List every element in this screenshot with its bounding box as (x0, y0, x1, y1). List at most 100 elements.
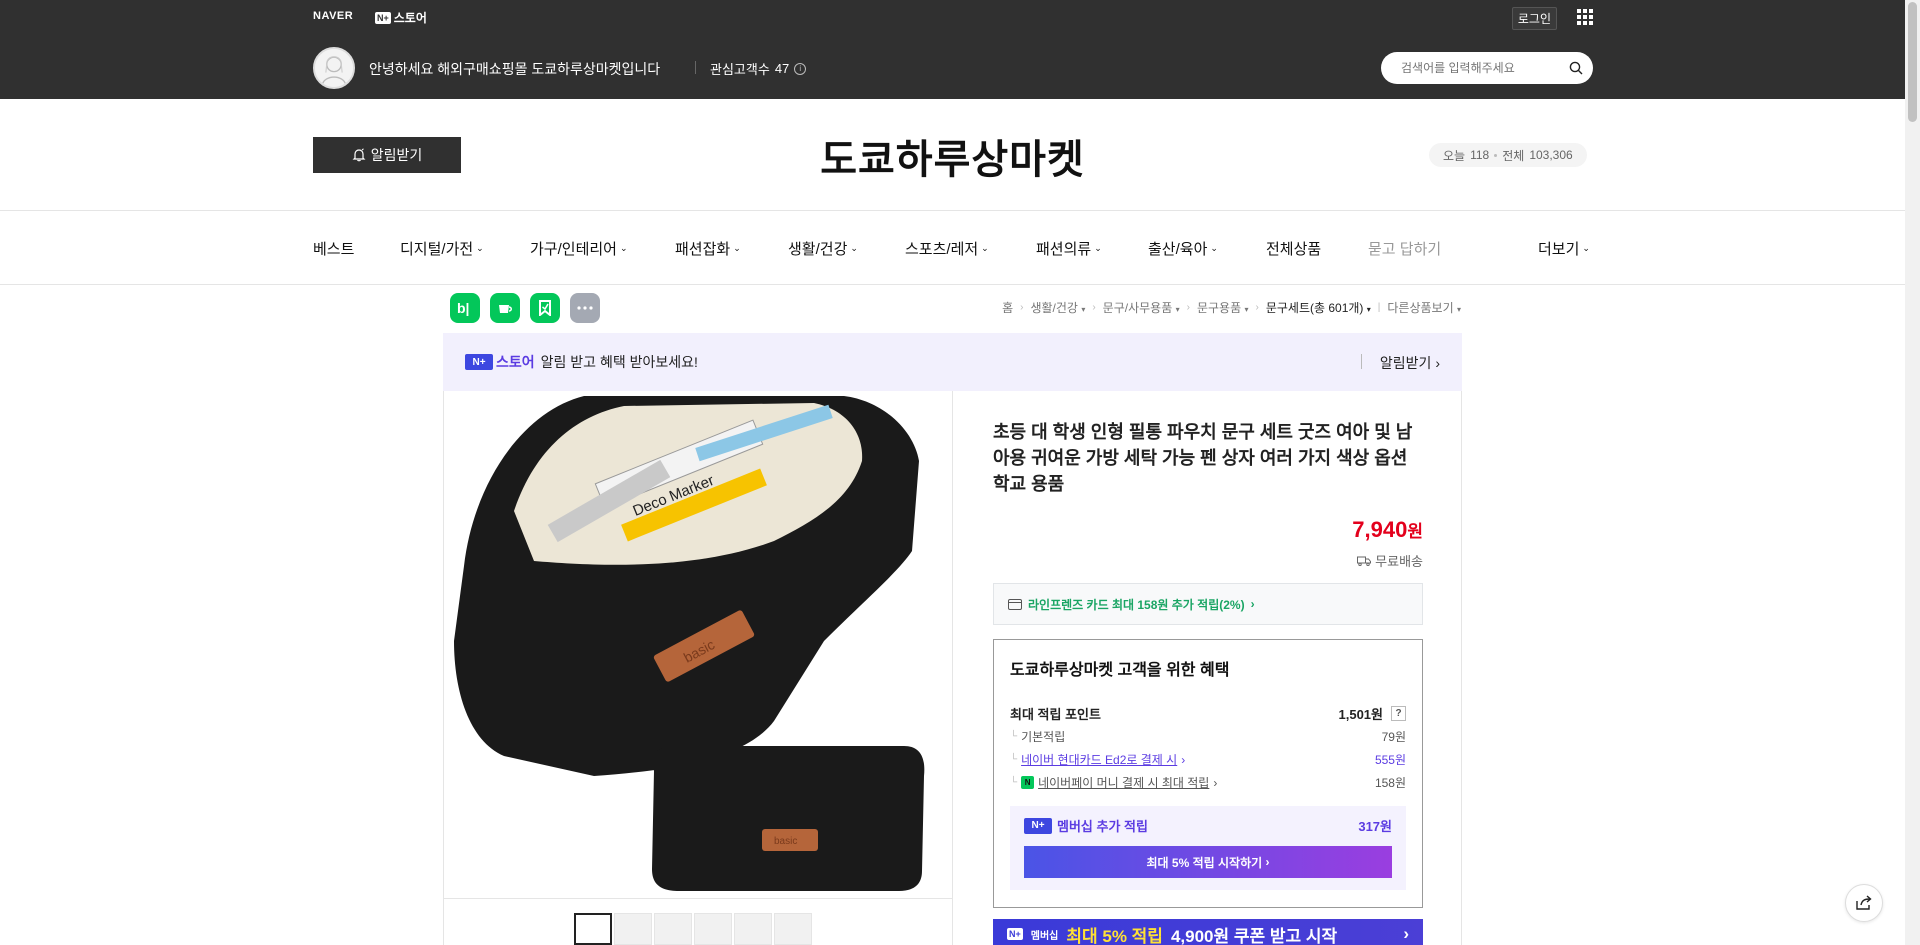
nav-more-button[interactable]: 더보기 ⌄ (1538, 238, 1590, 259)
blog-share-icon[interactable]: b| (450, 293, 480, 323)
corner-icon: └ (1010, 777, 1018, 788)
corner-icon: └ (1010, 731, 1018, 742)
banner-alarm-link[interactable]: 알림받기 › (1380, 353, 1440, 373)
naverpay-icon: N (1021, 776, 1035, 789)
thumbnail[interactable] (654, 913, 692, 945)
nav-item-digital[interactable]: 디지털/가전 ⌄ (400, 238, 484, 259)
product-price: 7,940원 (1352, 517, 1423, 543)
nav-item-fashion-clothing[interactable]: 패션의류 ⌄ (1036, 238, 1102, 259)
chevron-down-icon: ⌄ (981, 243, 989, 253)
breadcrumb-stationery-set[interactable]: 문구세트(총 601개) ▾ (1266, 299, 1371, 316)
customer-benefit-box: 도쿄하루상마켓 고객을 위한 혜택 최대 적립 포인트 1,501원? └ 기본적… (993, 639, 1423, 908)
nplus-icon: N+ (465, 354, 493, 370)
membership-section: N+ 멤버십 추가 적립 317원 최대 5% 적립 시작하기 › (1010, 806, 1406, 890)
store-title[interactable]: 도쿄하루상마켓 (0, 127, 1905, 185)
interest-label: 관심고객수 (710, 62, 770, 77)
share-icon (1856, 895, 1872, 910)
floating-share-button[interactable] (1845, 884, 1883, 922)
scrollbar-thumb[interactable] (1908, 2, 1917, 122)
chevron-down-icon: ⌄ (850, 243, 858, 253)
coupon-badge-text: 멤버십 (1030, 930, 1059, 942)
share-icons: b| (450, 293, 600, 323)
corner-icon: └ (1010, 754, 1018, 765)
credit-card-icon (1008, 598, 1022, 610)
card-benefit-text: 라인프렌즈 카드 최대 158원 추가 적립(2%) (1028, 597, 1245, 612)
help-icon[interactable]: ? (1391, 706, 1406, 721)
product-area: Deco Marker basic basic 초등 대 학생 인형 필통 파우… (443, 391, 1462, 945)
nav-item-sports[interactable]: 스포츠/레저 ⌄ (905, 238, 989, 259)
breadcrumb-living-health[interactable]: 생활/건강 ▾ (1030, 299, 1085, 316)
card-benefit-box[interactable]: 라인프렌즈 카드 최대 158원 추가 적립(2%) › (993, 583, 1423, 625)
naver-logo[interactable]: NAVER (313, 10, 353, 22)
total-count: 103,306 (1529, 148, 1573, 162)
breadcrumb-stationery-office[interactable]: 문구/사무용품 ▾ (1103, 299, 1180, 316)
chevron-right-icon: › (1255, 302, 1259, 313)
nplus-store-logo: N+ 스토어 (465, 352, 535, 372)
product-title: 초등 대 학생 인형 필통 파우치 문구 세트 굿즈 여아 및 남아용 귀여운 … (993, 422, 1413, 494)
nplus-icon: N+ (1007, 928, 1023, 940)
search-box (1381, 52, 1593, 84)
nstore-text: 스토어 (496, 354, 535, 370)
vertical-scrollbar[interactable] (1905, 0, 1920, 945)
breadcrumb-home[interactable]: 홈 (1002, 299, 1013, 316)
today-count: 118 (1470, 148, 1490, 162)
total-label: 전체 (1502, 148, 1525, 163)
category-nav: 베스트 디지털/가전 ⌄ 가구/인테리어 ⌄ 패션잡화 ⌄ 생활/건강 ⌄ 스포츠/레저… (0, 211, 1905, 285)
breadcrumb: 홈 › 생활/건강 ▾ › 문구/사무용품 ▾ › 문구용품 ▾ › 문구세트(… (1002, 299, 1461, 316)
thumbnail[interactable] (614, 913, 652, 945)
max-point-value: 1,501원 (1338, 707, 1384, 722)
nav-item-living-health[interactable]: 생활/건강 ⌄ (788, 238, 858, 259)
coupon-text: 4,900원 쿠폰 받고 시작 (1170, 926, 1338, 945)
nplus-store-logo[interactable]: N+ 스토어 (375, 9, 427, 26)
thumbnail[interactable] (774, 913, 812, 945)
store-header: 알림받기 도쿄하루상마켓 오늘 118 전체 103,306 (0, 99, 1905, 211)
chevron-down-icon: ⌄ (476, 243, 484, 253)
breadcrumb-other-products[interactable]: 다른상품보기 ▾ (1387, 299, 1461, 316)
product-image-column: Deco Marker basic basic (444, 391, 953, 945)
membership-start-button[interactable]: 최대 5% 적립 시작하기 › (1024, 846, 1392, 878)
product-main-image[interactable]: Deco Marker basic basic (444, 391, 952, 899)
hyundai-value: 555원 (1374, 753, 1406, 767)
price-value: 7,940 (1352, 517, 1408, 542)
thumbnail[interactable] (694, 913, 732, 945)
nav-item-fashion-goods[interactable]: 패션잡화 ⌄ (675, 238, 741, 259)
shipping-text: 무료배송 (1375, 554, 1423, 569)
hyundai-card-link[interactable]: 네이버 현대카드 Ed2로 결제 시 (1021, 751, 1177, 768)
interest-count: 47 (774, 61, 790, 76)
membership-row: N+ 멤버십 추가 적립 317원 (1024, 816, 1392, 835)
divider (695, 61, 696, 74)
info-icon[interactable]: i (794, 62, 807, 75)
membership-value: 317원 (1358, 819, 1392, 834)
login-button[interactable]: 로그인 (1511, 7, 1557, 30)
more-share-icon[interactable] (570, 293, 600, 323)
nav-item-baby[interactable]: 출산/육아 ⌄ (1148, 238, 1218, 259)
membership-label: 멤버십 추가 적립 (1057, 819, 1148, 834)
search-input[interactable] (1401, 61, 1561, 75)
apps-grid-icon[interactable] (1577, 9, 1593, 25)
thumbnail[interactable] (734, 913, 772, 945)
store-avatar[interactable] (313, 47, 355, 89)
badge-label-small: basic (774, 836, 797, 847)
npay-value: 158원 (1374, 776, 1406, 790)
chevron-down-icon: ⌄ (619, 243, 628, 253)
bookmark-share-icon[interactable] (530, 293, 560, 323)
search-icon[interactable] (1569, 61, 1583, 75)
breadcrumb-stationery-goods[interactable]: 문구용품 ▾ (1197, 299, 1249, 316)
shipping-info: 무료배송 (1357, 551, 1423, 570)
thumbnail[interactable] (574, 913, 612, 945)
svg-text:b|: b| (457, 300, 469, 316)
nav-item-furniture[interactable]: 가구/인테리어 ⌄ (530, 238, 628, 259)
notification-benefit-banner: N+ 스토어 알림 받고 혜택 받아보세요! 알림받기 › (443, 333, 1462, 391)
nav-item-all-products[interactable]: 전체상품 (1266, 238, 1321, 259)
nplus-store-text: 스토어 (393, 11, 427, 25)
membership-coupon-banner[interactable]: N+ 멤버십 최대 5% 적립 4,900원 쿠폰 받고 시작 › (993, 919, 1423, 945)
nav-item-best[interactable]: 베스트 (313, 238, 354, 259)
cafe-share-icon[interactable] (490, 293, 520, 323)
interest-customers: 관심고객수 47 i (710, 59, 807, 78)
chevron-down-icon: ⌄ (1582, 243, 1590, 253)
npay-link[interactable]: 네이버페이 머니 결제 시 최대 적립 (1038, 774, 1209, 791)
coupon-highlight: 최대 5% 적립 (1066, 926, 1163, 945)
nav-item-qna[interactable]: 묻고 답하기 (1368, 238, 1441, 259)
store-greeting: 안녕하세요 해외구매쇼핑몰 도쿄하루상마켓입니다 (369, 61, 661, 77)
chevron-right-icon: › (1403, 924, 1409, 943)
